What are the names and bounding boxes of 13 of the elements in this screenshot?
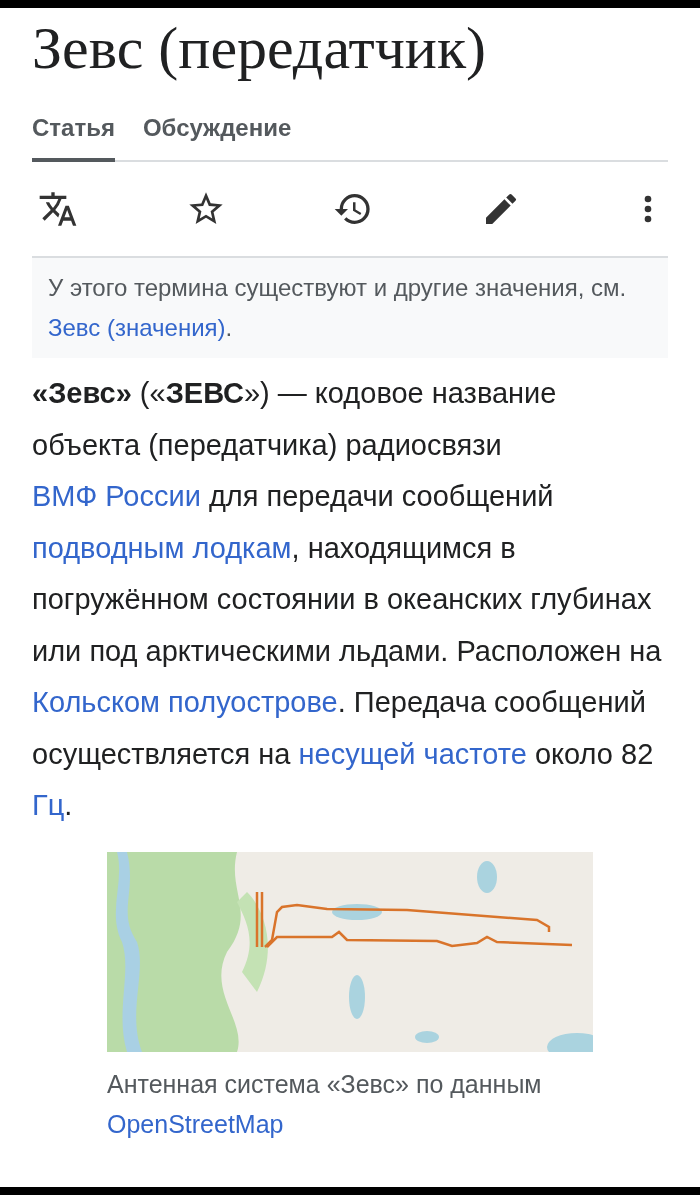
article-link[interactable]: Кольском полуострове	[32, 686, 338, 718]
article-link[interactable]: несущей частоте	[298, 737, 527, 770]
article-link[interactable]: Гц	[32, 789, 65, 821]
tab[interactable]: Обсуждение	[142, 108, 292, 162]
article-link[interactable]: подводным лодкам	[32, 531, 292, 564]
caption-link[interactable]: OpenStreetMap	[107, 1109, 284, 1138]
hatnote: У этого термина существуют и другие значения, см. Зевс (значения).	[32, 258, 668, 358]
figure-caption: Антенная система «Зевс» по данным OpenStreetMap	[107, 1068, 543, 1140]
translate-icon[interactable]	[38, 189, 78, 229]
article-paragraph: «Зевс» («ЗЕВС») — кодовое название объекта (передатчика) радиосвязи ВМФ России для передачи сообщений подводным лодкам, находящимся в погружённом состоянии в океанских глубинах или под арктическими льдами. Расположен на Кольском полуострове. Передача сообщений осуществляется на несущей частоте около 82 Гц.	[32, 376, 663, 823]
disambiguation-link[interactable]: Зевс (значения)	[48, 314, 226, 341]
tab[interactable]: Статья	[32, 108, 115, 162]
article-link[interactable]: ВМФ России	[32, 480, 201, 512]
